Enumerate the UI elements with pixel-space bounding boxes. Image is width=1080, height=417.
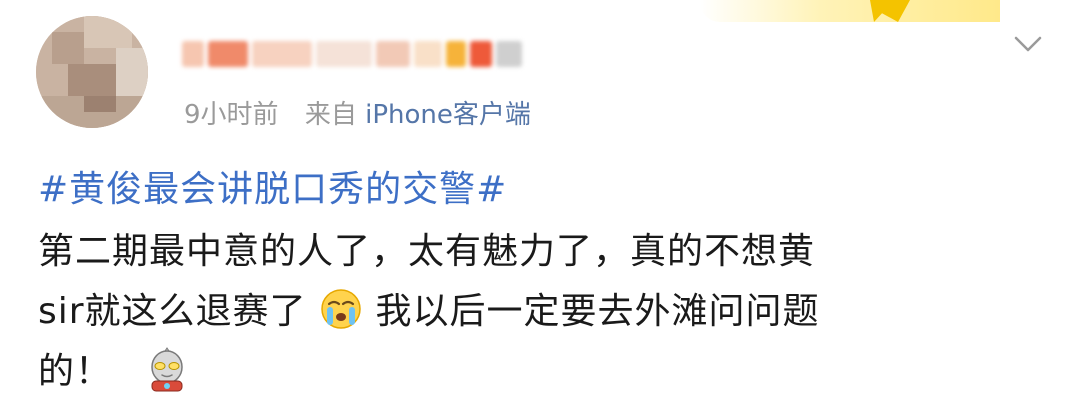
ultraman-emoji-icon: [151, 347, 184, 392]
avatar-pixel: [68, 64, 116, 96]
post-time: 9小时前: [184, 100, 279, 130]
chevron-down-icon[interactable]: [1010, 26, 1046, 62]
post-body-line: 的！: [38, 342, 192, 397]
author-name-redacted[interactable]: [182, 36, 522, 72]
avatar-pixel: [84, 16, 132, 48]
post-text: 的！: [38, 351, 113, 392]
post-text: 我以后一定要去外滩问问题: [375, 291, 820, 332]
top-decoration: [700, 0, 1000, 22]
weibo-post: 9小时前 来自 iPhone客户端 #黄俊最会讲脱口秀的交警# 第二期最中意的人…: [0, 0, 1080, 417]
post-text: 第二期最中意的人了，太有魅力了，真的不想黄: [38, 231, 816, 272]
avatar-pixel: [52, 32, 84, 64]
avatar-pixel: [116, 48, 148, 96]
crying-face-emoji-icon: [321, 289, 361, 329]
post-source[interactable]: iPhone客户端: [365, 100, 531, 130]
topic-hashtag-link[interactable]: #黄俊最会讲脱口秀的交警#: [38, 160, 507, 212]
post-meta: 9小时前 来自 iPhone客户端: [184, 94, 531, 131]
post-from-label: 来自: [304, 100, 357, 130]
post-body-line: 第二期最中意的人了，太有魅力了，真的不想黄: [38, 222, 815, 274]
post-body-line: sir就这么退赛了 我以后一定要去外滩问问题: [38, 282, 819, 335]
avatar-pixel: [84, 96, 116, 112]
post-text: sir就这么退赛了: [38, 291, 307, 332]
avatar[interactable]: [36, 16, 148, 128]
